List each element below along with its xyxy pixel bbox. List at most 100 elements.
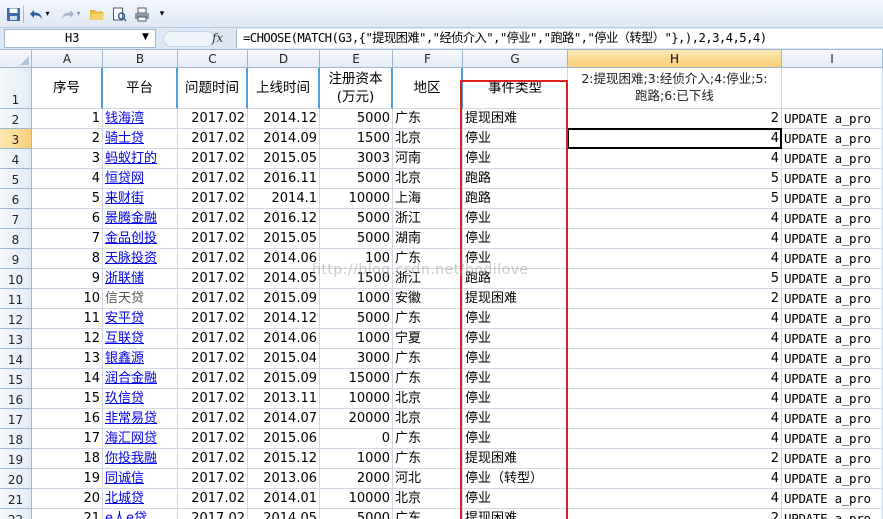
event-type-cell[interactable]: 停业 bbox=[463, 309, 568, 329]
region-cell[interactable]: 宁夏 bbox=[393, 329, 463, 349]
region-cell[interactable]: 湖南 bbox=[393, 229, 463, 249]
platform-cell[interactable]: 恒贷网 bbox=[103, 169, 178, 189]
id-cell[interactable]: 2 bbox=[32, 129, 103, 149]
issue-time-cell[interactable]: 2017.02 bbox=[178, 229, 248, 249]
platform-cell[interactable]: 润合金融 bbox=[103, 369, 178, 389]
issue-time-cell[interactable]: 2017.02 bbox=[178, 449, 248, 469]
row-header-20[interactable]: 20 bbox=[0, 469, 32, 489]
select-all-corner[interactable] bbox=[0, 50, 32, 68]
sql-cell[interactable]: UPDATE a_pro bbox=[782, 329, 883, 349]
header-cell-f[interactable]: 地区 bbox=[393, 68, 463, 109]
row-header-8[interactable]: 8 bbox=[0, 229, 32, 249]
name-box[interactable]: H3 bbox=[4, 29, 156, 48]
online-time-cell[interactable]: 2015.06 bbox=[248, 429, 320, 449]
column-header-f[interactable]: F bbox=[393, 50, 463, 68]
capital-cell[interactable]: 5000 bbox=[320, 169, 393, 189]
code-cell[interactable]: 4 bbox=[568, 429, 782, 449]
platform-cell[interactable]: 海汇网贷 bbox=[103, 429, 178, 449]
capital-cell[interactable]: 5000 bbox=[320, 229, 393, 249]
event-type-cell[interactable]: 跑路 bbox=[463, 269, 568, 289]
region-cell[interactable]: 安徽 bbox=[393, 289, 463, 309]
capital-cell[interactable]: 1500 bbox=[320, 129, 393, 149]
event-type-cell[interactable]: 停业 bbox=[463, 369, 568, 389]
sql-cell[interactable]: UPDATE a_pro bbox=[782, 489, 883, 509]
code-cell[interactable]: 4 bbox=[568, 129, 782, 149]
row-header-7[interactable]: 7 bbox=[0, 209, 32, 229]
header-cell-e[interactable]: 注册资本 (万元) bbox=[320, 68, 393, 109]
insert-function-icon[interactable]: fx bbox=[212, 31, 223, 45]
online-time-cell[interactable]: 2015.05 bbox=[248, 229, 320, 249]
platform-cell[interactable]: 非常易贷 bbox=[103, 409, 178, 429]
issue-time-cell[interactable]: 2017.02 bbox=[178, 109, 248, 129]
column-header-e[interactable]: E bbox=[320, 50, 393, 68]
platform-cell[interactable]: 蚂蚁打的 bbox=[103, 149, 178, 169]
header-cell-d[interactable]: 上线时间 bbox=[248, 68, 320, 109]
event-type-cell[interactable]: 跑路 bbox=[463, 189, 568, 209]
event-type-cell[interactable]: 提现困难 bbox=[463, 449, 568, 469]
formula-input[interactable]: =CHOOSE(MATCH(G3,{"提现困难","经侦介入","停业","跑路… bbox=[236, 29, 883, 48]
online-time-cell[interactable]: 2013.11 bbox=[248, 389, 320, 409]
event-type-cell[interactable]: 停业 bbox=[463, 389, 568, 409]
region-cell[interactable]: 广东 bbox=[393, 429, 463, 449]
code-cell[interactable]: 4 bbox=[568, 489, 782, 509]
formula-bar-resize-handle[interactable] bbox=[163, 31, 215, 47]
platform-cell[interactable]: 来财街 bbox=[103, 189, 178, 209]
platform-cell[interactable]: e人e贷 bbox=[103, 509, 178, 519]
capital-cell[interactable]: 10000 bbox=[320, 189, 393, 209]
platform-cell[interactable]: 你投我融 bbox=[103, 449, 178, 469]
code-cell[interactable]: 4 bbox=[568, 309, 782, 329]
capital-cell[interactable]: 0 bbox=[320, 429, 393, 449]
platform-cell[interactable]: 天脉投资 bbox=[103, 249, 178, 269]
row-header-1[interactable]: 1 bbox=[0, 68, 32, 109]
print-preview-icon[interactable] bbox=[110, 5, 128, 23]
event-type-cell[interactable]: 停业 bbox=[463, 149, 568, 169]
issue-time-cell[interactable]: 2017.02 bbox=[178, 429, 248, 449]
id-cell[interactable]: 3 bbox=[32, 149, 103, 169]
sql-cell[interactable]: UPDATE a_pro bbox=[782, 429, 883, 449]
event-type-cell[interactable]: 停业 bbox=[463, 429, 568, 449]
region-cell[interactable]: 广东 bbox=[393, 369, 463, 389]
sql-cell[interactable]: UPDATE a_pro bbox=[782, 129, 883, 149]
capital-cell[interactable]: 5000 bbox=[320, 309, 393, 329]
issue-time-cell[interactable]: 2017.02 bbox=[178, 269, 248, 289]
column-header-b[interactable]: B bbox=[103, 50, 178, 68]
save-icon[interactable] bbox=[4, 5, 22, 23]
sql-cell[interactable]: UPDATE a_pro bbox=[782, 169, 883, 189]
online-time-cell[interactable]: 2014.12 bbox=[248, 109, 320, 129]
row-header-21[interactable]: 21 bbox=[0, 489, 32, 509]
issue-time-cell[interactable]: 2017.02 bbox=[178, 389, 248, 409]
issue-time-cell[interactable]: 2017.02 bbox=[178, 149, 248, 169]
sql-cell[interactable]: UPDATE a_pro bbox=[782, 289, 883, 309]
row-header-13[interactable]: 13 bbox=[0, 329, 32, 349]
online-time-cell[interactable]: 2014.06 bbox=[248, 329, 320, 349]
online-time-cell[interactable]: 2014.01 bbox=[248, 489, 320, 509]
column-header-g[interactable]: G bbox=[463, 50, 568, 68]
online-time-cell[interactable]: 2014.07 bbox=[248, 409, 320, 429]
event-type-cell[interactable]: 停业 bbox=[463, 249, 568, 269]
row-header-15[interactable]: 15 bbox=[0, 369, 32, 389]
id-cell[interactable]: 17 bbox=[32, 429, 103, 449]
online-time-cell[interactable]: 2015.09 bbox=[248, 369, 320, 389]
sql-cell[interactable]: UPDATE a_pro bbox=[782, 109, 883, 129]
region-cell[interactable]: 北京 bbox=[393, 489, 463, 509]
issue-time-cell[interactable]: 2017.02 bbox=[178, 469, 248, 489]
platform-cell[interactable]: 浙联储 bbox=[103, 269, 178, 289]
issue-time-cell[interactable]: 2017.02 bbox=[178, 309, 248, 329]
online-time-cell[interactable]: 2015.04 bbox=[248, 349, 320, 369]
online-time-cell[interactable]: 2014.09 bbox=[248, 129, 320, 149]
region-cell[interactable]: 广东 bbox=[393, 509, 463, 519]
platform-cell[interactable]: 同诚信 bbox=[103, 469, 178, 489]
platform-cell[interactable]: 银鑫源 bbox=[103, 349, 178, 369]
id-cell[interactable]: 21 bbox=[32, 509, 103, 519]
online-time-cell[interactable]: 2014.06 bbox=[248, 249, 320, 269]
sql-cell[interactable]: UPDATE a_pro bbox=[782, 409, 883, 429]
issue-time-cell[interactable]: 2017.02 bbox=[178, 349, 248, 369]
capital-cell[interactable]: 5000 bbox=[320, 509, 393, 519]
online-time-cell[interactable]: 2014.12 bbox=[248, 309, 320, 329]
platform-cell[interactable]: 互联贷 bbox=[103, 329, 178, 349]
id-cell[interactable]: 15 bbox=[32, 389, 103, 409]
sql-cell[interactable]: UPDATE a_pro bbox=[782, 449, 883, 469]
region-cell[interactable]: 河南 bbox=[393, 149, 463, 169]
platform-cell[interactable]: 安平贷 bbox=[103, 309, 178, 329]
undo-dropdown-icon[interactable]: ▾ bbox=[43, 5, 52, 23]
